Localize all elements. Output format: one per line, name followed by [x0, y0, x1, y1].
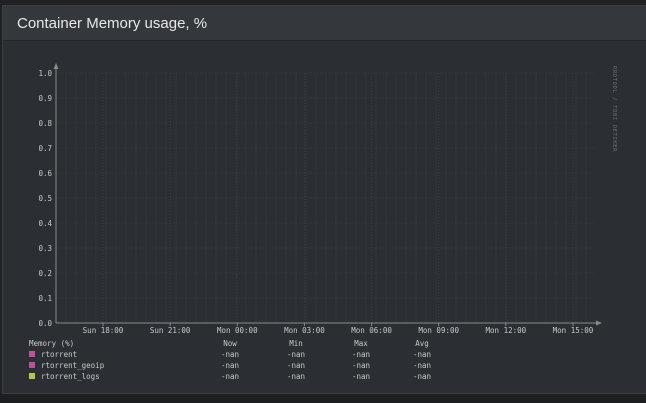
legend-column-header: Max: [354, 339, 368, 348]
rrdtool-watermark: RRDTOOL / TOBI OETIKER: [611, 66, 617, 152]
legend-header-label: Memory (%): [29, 339, 74, 348]
y-tick-label: 0.5: [38, 194, 52, 203]
x-tick-label: Mon 03:00: [284, 326, 325, 335]
x-tick-label: Mon 06:00: [351, 326, 392, 335]
panel-header: Container Memory usage, %: [3, 6, 646, 41]
legend-swatch: [29, 373, 35, 379]
y-tick-label: 0.4: [38, 219, 52, 228]
x-tick-label: Mon 12:00: [486, 326, 527, 335]
bottom-bar: [0, 396, 646, 403]
y-tick-label: 1.0: [38, 69, 52, 78]
legend-column-header: Min: [289, 339, 303, 348]
y-tick-label: 0.1: [38, 294, 52, 303]
legend-swatch: [29, 362, 35, 368]
y-tick-label: 0.3: [38, 244, 52, 253]
legend-value-max: -nan: [352, 350, 370, 359]
legend-value-min: -nan: [287, 350, 305, 359]
legend-value-avg: -nan: [413, 361, 431, 370]
legend-column-header: Avg: [415, 339, 429, 348]
legend-value-min: -nan: [287, 361, 305, 370]
legend-series-name: rtorrent_logs: [41, 372, 100, 381]
y-tick-label: 0.6: [38, 169, 52, 178]
panel-title: Container Memory usage, %: [17, 14, 208, 32]
y-tick-label: 0.7: [38, 144, 52, 153]
x-tick-label: Sun 18:00: [83, 326, 124, 335]
legend-swatch: [29, 351, 35, 357]
legend-value-now: -nan: [221, 350, 239, 359]
x-tick-label: Mon 00:00: [217, 326, 258, 335]
legend-value-max: -nan: [352, 372, 370, 381]
y-axis-arrow: [53, 63, 59, 69]
legend-value-avg: -nan: [413, 350, 431, 359]
x-tick-label: Sun 21:00: [150, 326, 191, 335]
y-tick-label: 0.2: [38, 269, 52, 278]
legend-column-header: Now: [223, 339, 237, 348]
memory-panel: Container Memory usage, % 0.0 0.1 0.2 0.3 0.…: [2, 5, 646, 394]
legend-series-name: rtorrent_geoip: [41, 361, 105, 370]
legend-value-now: -nan: [221, 361, 239, 370]
legend-value-max: -nan: [352, 361, 370, 370]
memory-chart: 0.0 0.1 0.2 0.3 0.4 0.5 0.6 0.7 0.8 0.9 1.0 Sun 18:…: [29, 63, 617, 381]
legend-value-avg: -nan: [413, 372, 431, 381]
x-tick-label: Mon 15:00: [553, 326, 594, 335]
legend-series-name: rtorrent: [41, 350, 77, 359]
y-tick-label: 0.0: [38, 319, 52, 328]
y-tick-label: 0.8: [38, 119, 52, 128]
legend-value-now: -nan: [221, 372, 239, 381]
legend-value-min: -nan: [287, 372, 305, 381]
y-tick-label: 0.9: [38, 94, 52, 103]
x-tick-label: Mon 09:00: [418, 326, 459, 335]
chart-area: 0.0 0.1 0.2 0.3 0.4 0.5 0.6 0.7 0.8 0.9 1.0 Sun 18:…: [3, 42, 646, 394]
x-axis-arrow: [596, 320, 602, 326]
